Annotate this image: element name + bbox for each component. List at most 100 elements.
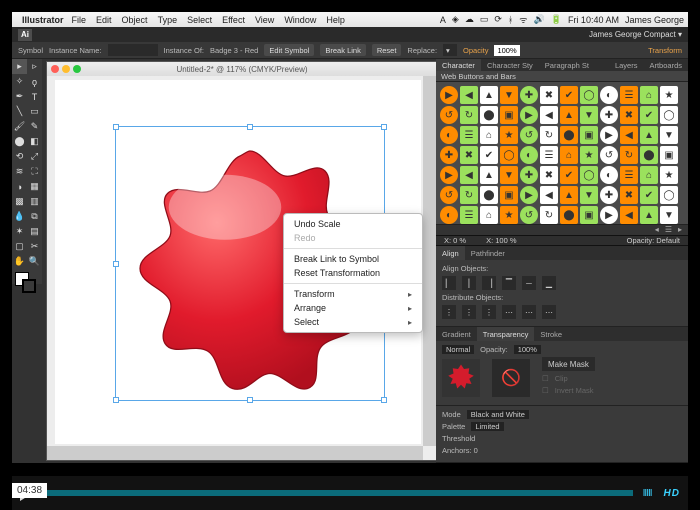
zoom-window-icon[interactable] (73, 65, 81, 73)
pencil-tool[interactable]: ✎ (27, 119, 42, 134)
symbol-swatch[interactable]: ◯ (660, 106, 678, 124)
symbol-swatch[interactable]: ◀ (620, 126, 638, 144)
symbol-swatch[interactable]: ▼ (500, 166, 518, 184)
tab-paragraph-styles[interactable]: Paragraph St (539, 59, 595, 71)
symbol-swatch[interactable]: ▼ (660, 206, 678, 223)
symbol-swatch[interactable]: ✚ (440, 146, 458, 164)
gradient-tool[interactable]: ▥ (27, 194, 42, 209)
perspective-tool[interactable]: ▦ (27, 179, 42, 194)
close-window-icon[interactable] (51, 65, 59, 73)
symbol-swatch[interactable]: ☰ (460, 126, 478, 144)
mode-dropdown[interactable]: Black and White (467, 410, 529, 419)
dist-top-icon[interactable]: ⋮ (442, 305, 456, 319)
trans-opacity-input[interactable]: 100% (514, 345, 541, 354)
symbol-swatch[interactable]: ▣ (580, 126, 598, 144)
hand-tool[interactable]: ✋ (12, 254, 27, 269)
paintbrush-tool[interactable]: 🖌 (12, 119, 27, 134)
workspace-switcher[interactable]: James George Compact ▾ (589, 30, 682, 39)
symbol-swatch[interactable]: ▲ (480, 166, 498, 184)
dist-bottom-icon[interactable]: ⋮ (482, 305, 496, 319)
menu-help[interactable]: Help (326, 15, 345, 25)
stroke-swatch[interactable] (22, 279, 36, 293)
blend-mode-dropdown[interactable]: Normal (442, 345, 474, 354)
width-tool[interactable]: ≋ (12, 164, 27, 179)
dropbox-icon[interactable]: ◈ (452, 14, 459, 25)
symbol-swatch[interactable]: ⬤ (560, 126, 578, 144)
mesh-tool[interactable]: ▩ (12, 194, 27, 209)
menu-object[interactable]: Object (122, 15, 148, 25)
symbols-menu-icon[interactable]: ☰ (665, 225, 672, 234)
symbol-swatch[interactable]: ▲ (560, 106, 578, 124)
menu-file[interactable]: File (72, 15, 87, 25)
tab-layers[interactable]: Layers (609, 59, 644, 71)
symbol-swatch[interactable]: ▶ (440, 166, 458, 184)
symbol-swatch[interactable]: ↻ (620, 146, 638, 164)
dist-right-icon[interactable]: ⋯ (542, 305, 556, 319)
symbol-swatch[interactable]: ⬤ (480, 106, 498, 124)
symbol-swatch[interactable]: ⌂ (480, 126, 498, 144)
symbol-swatch[interactable]: ✔ (560, 166, 578, 184)
tab-stroke[interactable]: Stroke (534, 327, 568, 341)
symbol-swatch[interactable]: ★ (500, 206, 518, 223)
symbol-swatch[interactable]: ◯ (580, 86, 598, 104)
replace-dropdown[interactable]: ▾ (443, 44, 457, 56)
user-name[interactable]: James George (625, 15, 684, 25)
symbol-swatch[interactable]: ◀ (620, 206, 638, 223)
ctx-transform[interactable]: Transform (284, 287, 422, 301)
artboard-tool[interactable]: ▢ (12, 239, 27, 254)
bluetooth-icon[interactable]: ᚼ (508, 15, 513, 25)
menu-select[interactable]: Select (187, 15, 212, 25)
symbol-swatch[interactable]: ⌂ (560, 146, 578, 164)
symbol-swatch[interactable]: ↻ (540, 126, 558, 144)
tab-gradient[interactable]: Gradient (436, 327, 477, 341)
symbol-swatch[interactable]: ⬤ (560, 206, 578, 223)
volume-icon[interactable]: 🔊 (534, 14, 545, 25)
symbol-swatch[interactable]: ↺ (520, 206, 538, 223)
symbol-swatch[interactable]: ◐ (520, 146, 538, 164)
symbol-swatch[interactable]: ▣ (660, 146, 678, 164)
minimize-window-icon[interactable] (62, 65, 70, 73)
symbol-swatch[interactable]: ◐ (440, 206, 458, 223)
rotate-tool[interactable]: ⟲ (12, 149, 27, 164)
symbol-swatch[interactable]: ▣ (500, 186, 518, 204)
instance-name-input[interactable] (108, 44, 158, 56)
symbol-swatch[interactable]: ☰ (460, 206, 478, 223)
tab-character[interactable]: Character (436, 59, 481, 71)
align-hcenter-icon[interactable]: ⎮ (462, 276, 476, 290)
symbol-swatch[interactable]: ⌂ (480, 206, 498, 223)
edit-symbol-button[interactable]: Edit Symbol (264, 44, 314, 56)
symbol-swatch[interactable]: ↺ (520, 126, 538, 144)
symbol-swatch[interactable]: ⬤ (480, 186, 498, 204)
resize-handle-bc[interactable] (247, 397, 253, 403)
symbol-swatch[interactable]: ◯ (500, 146, 518, 164)
tab-pathfinder[interactable]: Pathfinder (465, 246, 511, 260)
symbol-swatch[interactable]: ↻ (460, 186, 478, 204)
symbol-swatch[interactable]: ◐ (600, 86, 618, 104)
symbol-swatch[interactable]: ✖ (620, 186, 638, 204)
magic-wand-tool[interactable]: ✧ (12, 74, 27, 89)
symbol-swatch[interactable]: ↻ (460, 106, 478, 124)
symbols-prev-icon[interactable]: ◂ (655, 225, 659, 234)
pen-tool[interactable]: ✒ (12, 89, 27, 104)
symbol-swatch[interactable]: ✖ (620, 106, 638, 124)
free-transform-tool[interactable]: ⛶ (27, 164, 42, 179)
vertical-scrollbar[interactable] (423, 76, 437, 446)
symbol-swatch[interactable]: ★ (660, 166, 678, 184)
wifi-icon[interactable]: ᯤ (519, 13, 527, 26)
symbol-swatch[interactable]: ★ (500, 126, 518, 144)
blend-tool[interactable]: ⧉ (27, 209, 42, 224)
adobe-icon[interactable]: A (440, 15, 446, 25)
symbol-swatch[interactable]: ▲ (640, 126, 658, 144)
menu-edit[interactable]: Edit (96, 15, 112, 25)
tab-character-styles[interactable]: Character Sty (481, 59, 539, 71)
resize-handle-tr[interactable] (381, 124, 387, 130)
symbol-swatch[interactable]: ✖ (460, 146, 478, 164)
symbol-swatch[interactable]: ↺ (440, 186, 458, 204)
video-progress-bar[interactable] (43, 490, 633, 496)
reset-button[interactable]: Reset (372, 44, 402, 56)
resize-handle-tc[interactable] (247, 124, 253, 130)
selection-tool[interactable]: ▸ (12, 59, 27, 74)
slice-tool[interactable]: ✂ (27, 239, 42, 254)
opacity-value-input[interactable]: 100% (494, 45, 519, 56)
symbol-swatch[interactable]: ✚ (520, 86, 538, 104)
